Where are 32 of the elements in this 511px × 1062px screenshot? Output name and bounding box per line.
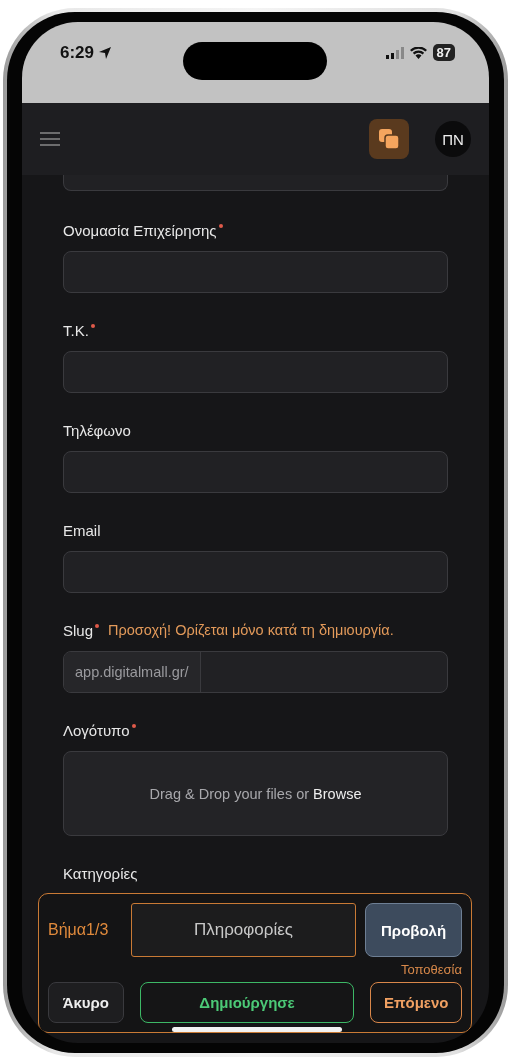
location-arrow-icon bbox=[98, 45, 113, 60]
step-indicator: Βήμα1/3 bbox=[48, 921, 110, 939]
input-field[interactable] bbox=[63, 451, 448, 493]
next-step-label: Τοποθεσία bbox=[400, 962, 462, 977]
battery-level: 87 bbox=[432, 44, 455, 61]
copy-icon bbox=[378, 128, 400, 150]
input-field[interactable] bbox=[63, 551, 448, 593]
field-label: Τηλέφωνο bbox=[63, 422, 131, 439]
drop-zone-text: Drag & Drop your files or Browse bbox=[149, 785, 362, 802]
preview-button[interactable]: Προβολή bbox=[365, 903, 462, 957]
menu-icon[interactable] bbox=[40, 132, 60, 146]
warning-note: Προσοχή! Ορίζεται μόνο κατά τη δημιουργία. bbox=[108, 622, 394, 638]
file-drop-zone[interactable]: Drag & Drop your files or Browse bbox=[63, 751, 448, 836]
field-label: Ονομασία Επιχείρησης bbox=[63, 222, 217, 239]
input-field[interactable] bbox=[63, 251, 448, 293]
input-field[interactable]: app.digitalmall.gr/ bbox=[63, 651, 448, 693]
wifi-icon bbox=[409, 46, 427, 59]
next-button[interactable]: Επόμενο bbox=[370, 982, 462, 1023]
copy-button[interactable] bbox=[369, 119, 409, 159]
field-label: Λογότυπο bbox=[63, 722, 130, 739]
user-avatar[interactable]: ΠΝ bbox=[435, 121, 471, 157]
field-label: Κατηγορίες bbox=[63, 865, 138, 882]
clock-time: 6:29 bbox=[60, 42, 95, 63]
field-label: Email bbox=[63, 522, 101, 539]
create-button[interactable]: Δημιούργησε bbox=[139, 982, 355, 1023]
input-field[interactable] bbox=[63, 351, 448, 393]
step-title: Πληροφορίες bbox=[130, 903, 357, 957]
input-field[interactable] bbox=[63, 175, 448, 191]
field-label: Slug bbox=[63, 622, 94, 639]
cancel-button[interactable]: Άκυρο bbox=[48, 982, 124, 1023]
signal-icon bbox=[385, 46, 404, 59]
field-label: Τ.Κ. bbox=[63, 322, 89, 339]
